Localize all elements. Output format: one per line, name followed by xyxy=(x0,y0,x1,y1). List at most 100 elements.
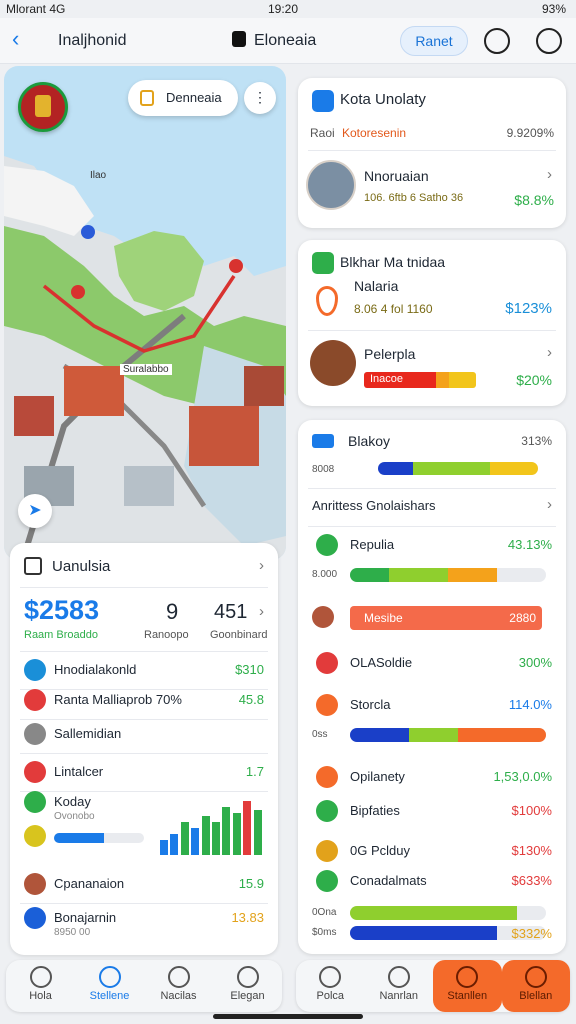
summary-stat2-label: Ranoopo xyxy=(144,629,189,641)
back-arrow-icon[interactable]: ‹ xyxy=(12,28,19,50)
card3-row-label[interactable]: Conadalmats xyxy=(350,873,427,888)
bar-segment xyxy=(378,462,414,475)
summary-stat3-label: Goonbinard xyxy=(210,629,268,641)
tab-item[interactable]: Stanllen xyxy=(433,960,502,1012)
bar-segment xyxy=(54,833,104,843)
bar-segment xyxy=(408,728,458,742)
tab-icon xyxy=(524,966,547,988)
summary-row-label[interactable]: Hnodialakonld xyxy=(54,662,136,677)
card2-item2-value: $20% xyxy=(516,372,552,388)
chevron-right-icon[interactable]: › xyxy=(547,166,552,183)
card3-section: Anrittess Gnolaishars xyxy=(312,498,436,513)
map-search-chip[interactable]: Denneaia xyxy=(128,80,238,116)
mini-bar xyxy=(180,822,189,855)
card3-row-label: 0Ona xyxy=(312,907,337,918)
pin-icon xyxy=(316,286,338,316)
map-view[interactable]: Denneaia ⋮ Ilao Suralabbo ➤ xyxy=(4,66,286,560)
tab-item[interactable]: Hola xyxy=(6,960,75,1012)
row-icon xyxy=(316,534,338,556)
region-badge-icon[interactable] xyxy=(18,82,68,132)
summary-stat2-value: 9 xyxy=(166,599,179,624)
summary-row-label[interactable]: Ranta Malliaprob 70% xyxy=(54,692,182,707)
summary-row-label[interactable]: Lintalcer xyxy=(54,764,103,779)
tab-label: Elegan xyxy=(230,990,265,1002)
summary-stat3-value: 451 xyxy=(214,601,248,623)
row-icon xyxy=(24,907,46,929)
summary-row-label[interactable]: Koday xyxy=(54,794,91,809)
tab-item[interactable]: Stellene xyxy=(75,960,144,1012)
divider xyxy=(308,150,556,151)
divider xyxy=(20,753,268,754)
tab-item[interactable]: Elegan xyxy=(213,960,282,1012)
summary-row-value: 1.7 xyxy=(245,764,264,779)
card3-row-label[interactable]: 0G Pclduy xyxy=(350,843,410,858)
app-icon xyxy=(232,31,246,47)
tab-label: Nanrlan xyxy=(379,990,419,1002)
summary-row-sub: 8950 00 xyxy=(54,927,91,938)
summary-big-label: Raam Broaddo xyxy=(24,629,98,641)
tab-label: Nacilas xyxy=(160,990,197,1002)
tab-icon xyxy=(98,966,121,988)
tab-item[interactable]: Polca xyxy=(296,960,365,1012)
more-icon[interactable]: ⋮ xyxy=(244,82,276,114)
home-indicator xyxy=(213,1014,363,1019)
bar-segment xyxy=(449,372,476,388)
card3-row-value: $332% xyxy=(511,926,552,941)
card3-row-label[interactable]: Storcla xyxy=(350,697,390,712)
chevron-right-icon[interactable]: › xyxy=(547,344,552,361)
card3-row-value: 2880 xyxy=(509,611,536,625)
card3-row-label: Mesibe xyxy=(364,611,403,625)
card3-row-label[interactable]: Opilanety xyxy=(350,769,405,784)
card1-sub-accent: Kotoresenin xyxy=(342,126,407,140)
summary-progress-bar xyxy=(54,833,144,843)
card3-row-value: 1,53,0.0% xyxy=(493,769,552,784)
card3-row-value: $633% xyxy=(511,873,552,888)
card1-sub-right: 9.9209% xyxy=(506,126,554,140)
card3-row-value: $130% xyxy=(511,843,552,858)
card2-item2-title[interactable]: Pelerpla xyxy=(364,346,415,362)
building-icon xyxy=(312,252,334,274)
card3-row-label: 8.000 xyxy=(312,569,338,580)
tab-item[interactable]: Nanrlan xyxy=(365,960,434,1012)
city-icon xyxy=(312,90,334,112)
card3-row-label[interactable]: Bipfaties xyxy=(350,803,400,818)
tab-label: Hola xyxy=(29,990,52,1002)
chevron-right-icon[interactable]: › xyxy=(259,603,264,620)
tab-item[interactable]: Nacilas xyxy=(144,960,213,1012)
shield-icon[interactable] xyxy=(484,28,510,54)
carrier-label: Mlorant 4G xyxy=(6,2,66,16)
card2-item1-title[interactable]: Nalaria xyxy=(354,278,398,294)
divider xyxy=(20,903,268,904)
mini-bar xyxy=(170,834,179,855)
tab-icon xyxy=(236,966,259,988)
map-place-label: Ilao xyxy=(90,170,107,181)
card1-item-value: $8.8% xyxy=(514,192,554,208)
summary-row-label[interactable]: Cpananaion xyxy=(54,876,124,891)
bar-segment xyxy=(448,568,497,582)
card3-row-value: 43.13% xyxy=(507,537,552,552)
search-icon[interactable] xyxy=(536,28,562,54)
summary-card: Uanulsia › $2583 Raam Broaddo 9 Ranoopo … xyxy=(10,543,278,955)
map-road-label: Suralabbo xyxy=(120,364,172,375)
divider xyxy=(20,651,268,652)
divider xyxy=(308,330,556,331)
bar-segment xyxy=(490,462,538,475)
card-blakoy: Blakoy 313% 8008 Anrittess Gnolaishars ›… xyxy=(298,420,566,954)
tab-item[interactable]: Blellan xyxy=(501,960,570,1012)
card3-row-label[interactable]: Repulia xyxy=(350,537,394,552)
chevron-right-icon[interactable]: › xyxy=(547,496,552,513)
summary-row-label[interactable]: Bonajarnin xyxy=(54,910,116,925)
summary-row-value: $310 xyxy=(235,662,264,677)
summary-row-label[interactable]: Sallemidian xyxy=(54,726,121,741)
row-icon xyxy=(316,766,338,788)
mini-bar xyxy=(212,822,220,855)
card3-row-label[interactable]: OLASoldie xyxy=(350,655,412,670)
divider xyxy=(308,488,556,489)
nav-left-title: Inaljhonid xyxy=(58,32,127,49)
card1-item-title[interactable]: Nnoruaian xyxy=(364,168,429,184)
locate-icon[interactable]: ➤ xyxy=(18,494,52,528)
chevron-right-icon[interactable]: › xyxy=(259,557,264,574)
row-icon xyxy=(316,652,338,674)
bar-segment xyxy=(435,372,450,388)
nav-pill-button[interactable]: Ranet xyxy=(400,26,468,56)
